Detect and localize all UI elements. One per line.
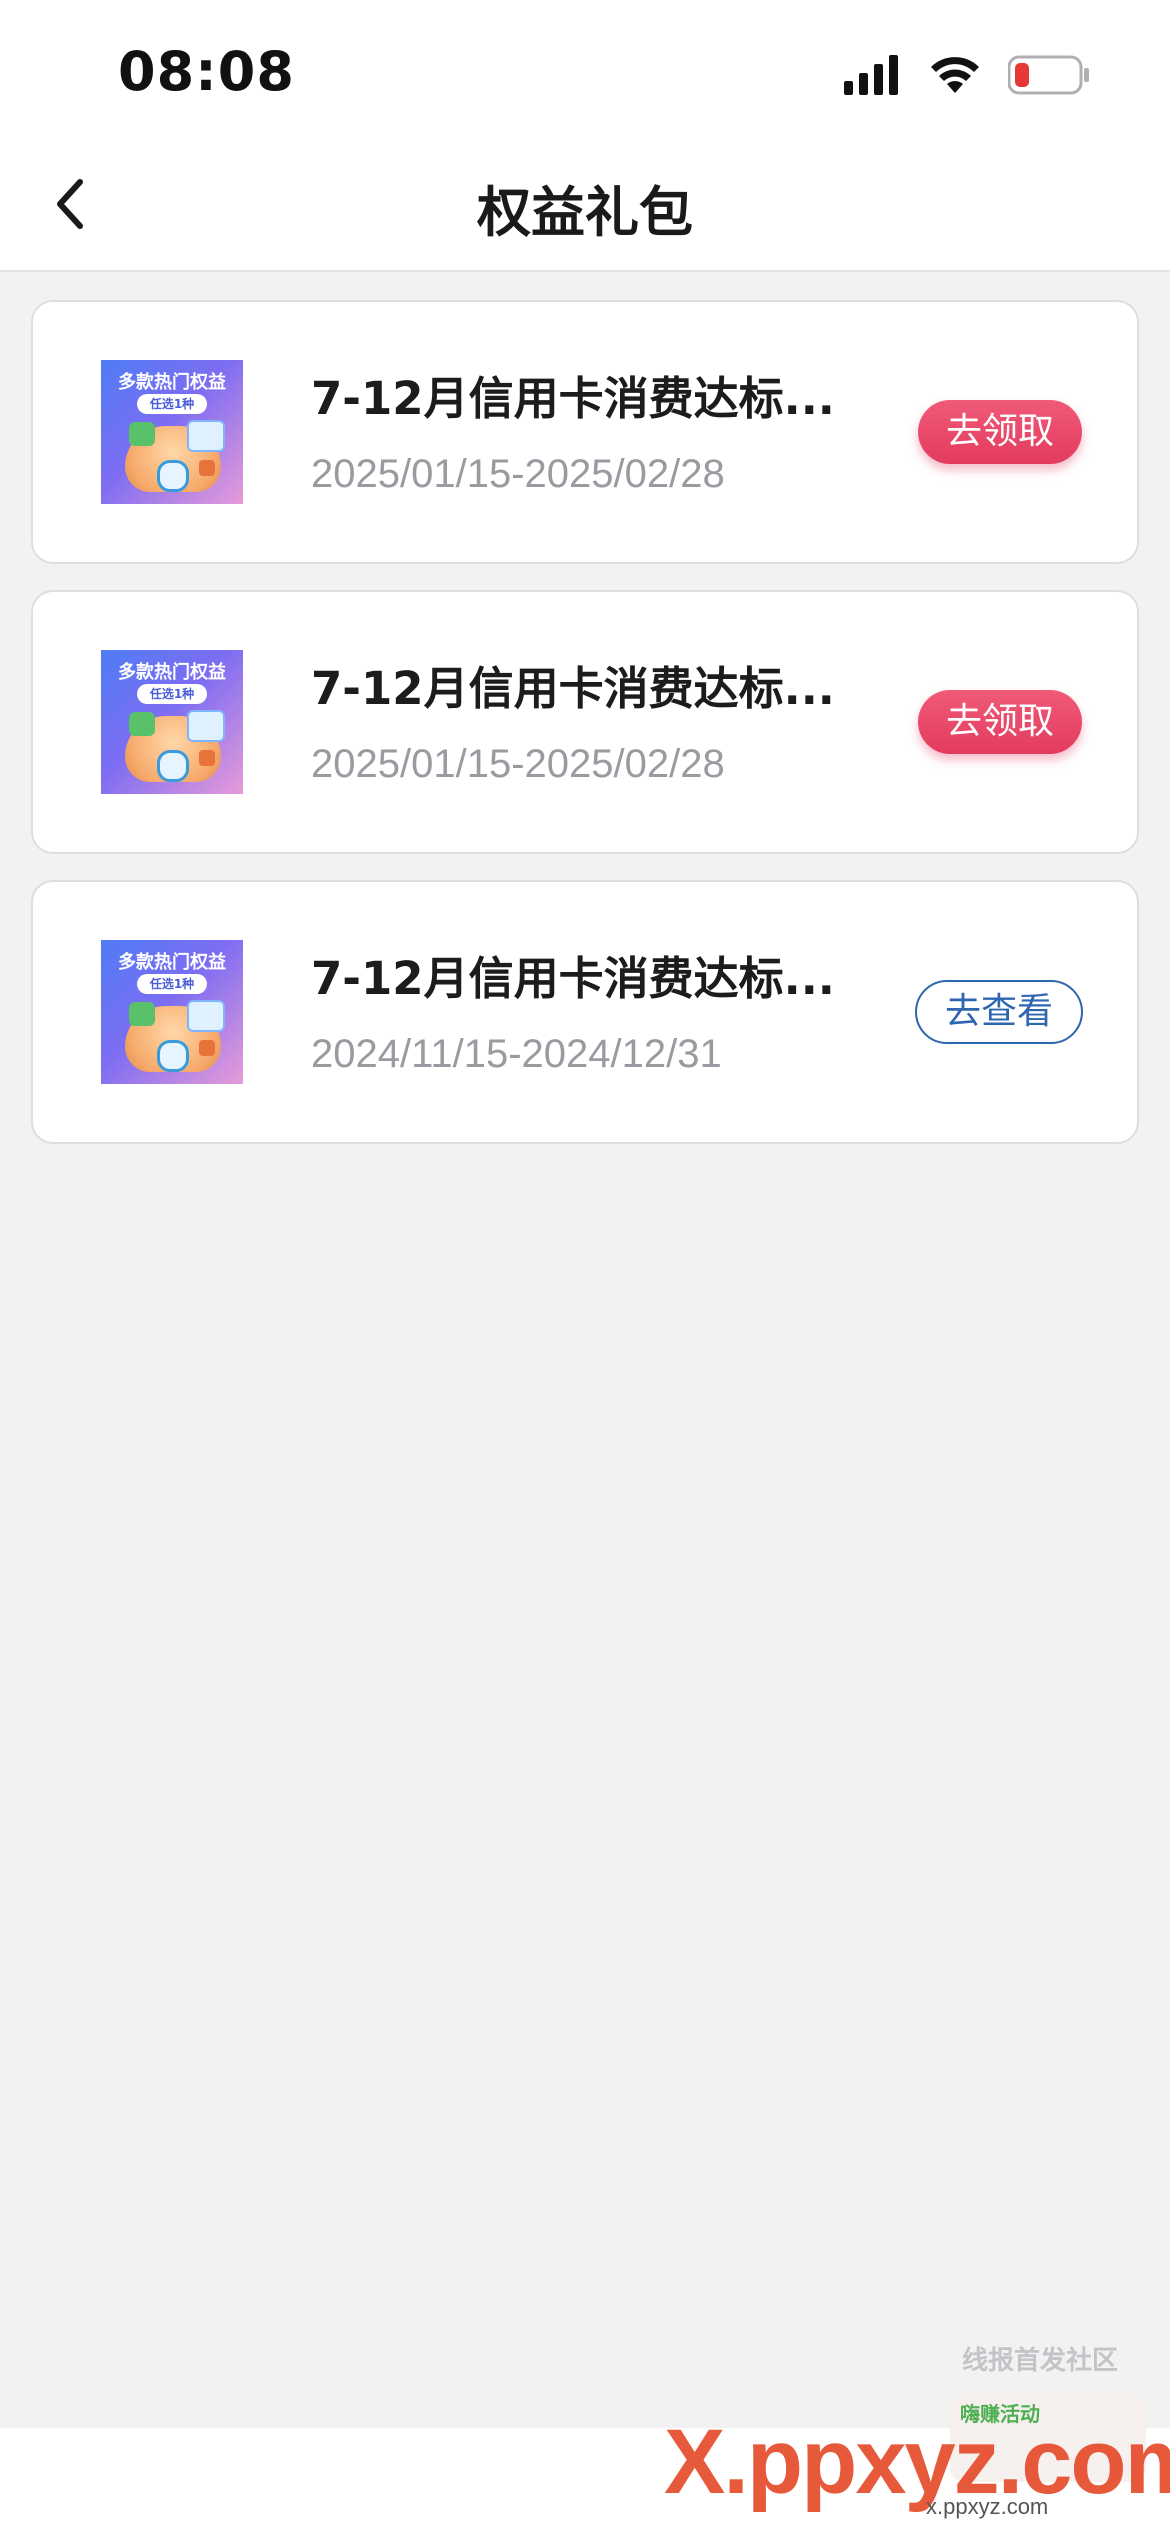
thumbnail-subtitle: 任选1种 [137, 394, 207, 414]
status-time: 08:08 [118, 40, 295, 103]
screen: 08:08 权益礼包 多款热门权益 任选1种 7-12月信用卡消费达标... 2… [0, 0, 1170, 2532]
gift-title: 7-12月信用卡消费达标... [311, 662, 835, 715]
wifi-icon [930, 55, 980, 99]
gift-thumbnail: 多款热门权益 任选1种 [101, 650, 243, 794]
page-title: 权益礼包 [477, 181, 693, 244]
gift-title: 7-12月信用卡消费达标... [311, 372, 835, 425]
gift-list: 多款热门权益 任选1种 7-12月信用卡消费达标... 2025/01/15-2… [31, 300, 1139, 1170]
watermark-url: x.ppxyz.com [926, 2494, 1049, 2519]
claim-button[interactable]: 去领取 [918, 690, 1082, 754]
claim-button[interactable]: 去领取 [918, 400, 1082, 464]
watermark-side-text: 线报首发社区 [962, 2346, 1119, 2376]
view-button[interactable]: 去查看 [915, 980, 1083, 1044]
status-bar: 08:08 [0, 0, 1170, 140]
gift-date-range: 2025/01/15-2025/02/28 [311, 742, 725, 786]
gift-box-icon [199, 460, 215, 476]
nav-bar: 权益礼包 [0, 140, 1170, 272]
signal-icon [844, 55, 902, 99]
gift-date-range: 2025/01/15-2025/02/28 [311, 452, 725, 496]
coupon-icon [129, 1002, 155, 1026]
gift-box-icon [199, 750, 215, 766]
gift-card[interactable]: 多款热门权益 任选1种 7-12月信用卡消费达标... 2025/01/15-2… [31, 300, 1139, 564]
thumbnail-title: 多款热门权益 [118, 372, 226, 393]
thumbnail-subtitle: 任选1种 [137, 684, 207, 704]
thumbnail-subtitle: 任选1种 [137, 974, 207, 994]
coupon-icon [129, 422, 155, 446]
coin-icon [157, 460, 189, 492]
thumbnail-title: 多款热门权益 [118, 952, 226, 973]
card-icon [187, 420, 225, 452]
gift-title: 7-12月信用卡消费达标... [311, 952, 835, 1005]
gift-card[interactable]: 多款热门权益 任选1种 7-12月信用卡消费达标... 2024/11/15-2… [31, 880, 1139, 1144]
gift-date-range: 2024/11/15-2024/12/31 [311, 1032, 722, 1076]
card-icon [187, 1000, 225, 1032]
coin-icon [157, 1040, 189, 1072]
gift-card[interactable]: 多款热门权益 任选1种 7-12月信用卡消费达标... 2025/01/15-2… [31, 590, 1139, 854]
thumbnail-title: 多款热门权益 [118, 662, 226, 683]
battery-low-icon [1007, 55, 1090, 99]
card-icon [187, 710, 225, 742]
gift-box-icon [199, 1040, 215, 1056]
coupon-icon [129, 712, 155, 736]
gift-thumbnail: 多款热门权益 任选1种 [101, 360, 243, 504]
watermark-logo: X.ppxyz.com [664, 2411, 1170, 2513]
coin-icon [157, 750, 189, 782]
gift-thumbnail: 多款热门权益 任选1种 [101, 940, 243, 1084]
status-icons [844, 52, 1090, 102]
